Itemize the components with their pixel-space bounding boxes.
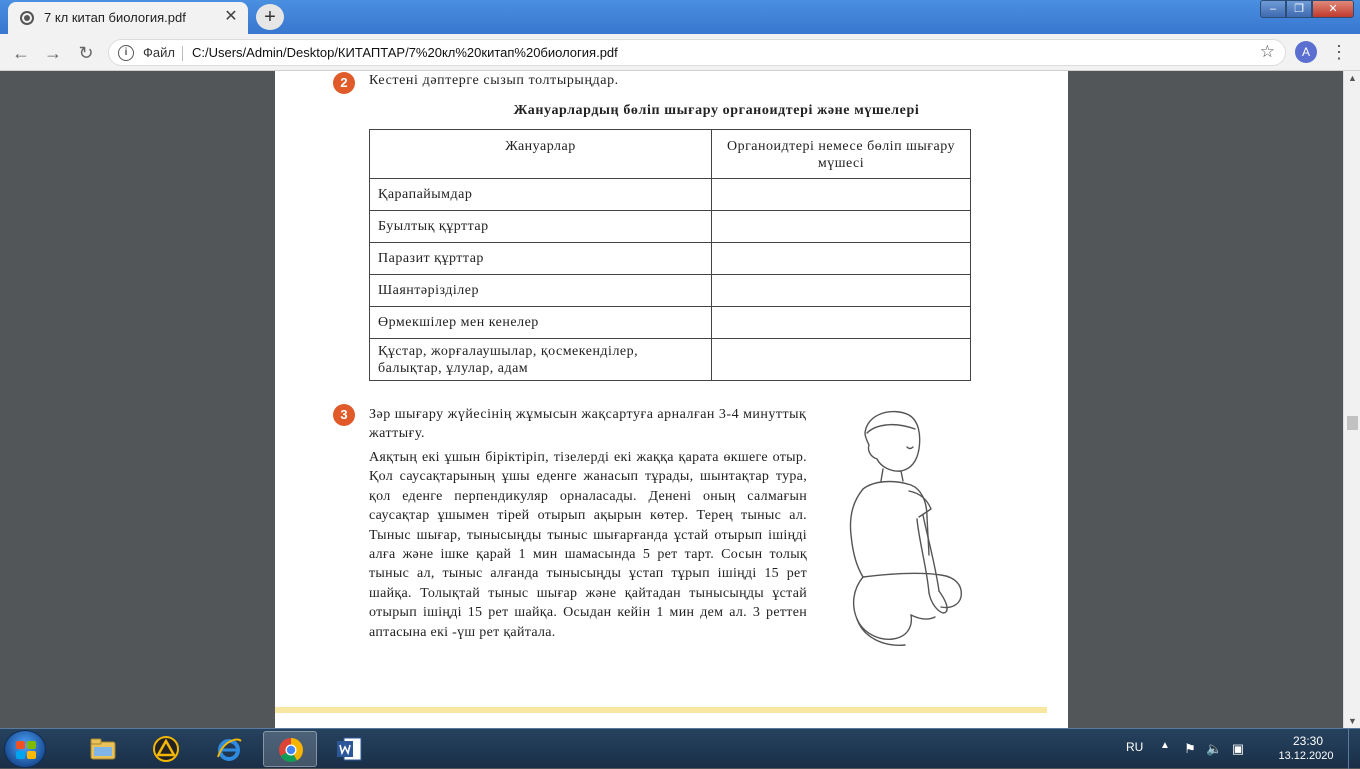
page-footer-stripe (275, 707, 1047, 713)
forward-arrow-icon[interactable]: → (41, 41, 65, 65)
reload-icon[interactable]: ↻ (74, 41, 98, 65)
omnibox-separator (182, 46, 183, 61)
show-hidden-icons-icon[interactable]: ▲ (1160, 740, 1170, 751)
back-arrow-icon[interactable]: ← (9, 41, 33, 65)
start-button[interactable] (4, 730, 46, 768)
animal-cell: Өрмекшілер мен кенелер (369, 306, 712, 339)
kneeling-boy-illustration (849, 410, 962, 646)
animal-cell: Буылтық құрттар (369, 210, 712, 243)
network-icon[interactable]: ▣ (1230, 741, 1246, 757)
pdf-viewer: 2 Кестені дəптерге сызып толтырыңдар. Жа… (0, 71, 1343, 728)
window-controls: – ❐ ✕ (1260, 0, 1354, 18)
taskbar-app-triangle[interactable] (139, 731, 193, 767)
animal-cell: Шаянтəрізділер (369, 274, 712, 307)
profile-avatar[interactable]: A (1295, 41, 1317, 63)
exercise-title: Зəр шығару жүйесінің жұмысын жақсартуға … (369, 407, 807, 441)
column-header: Жануарлар (369, 129, 712, 179)
table-row: Буылтық құрттар (369, 210, 971, 243)
column-header: Органоидтері немесе бөліп шығару мүшесі (711, 129, 971, 179)
table-row: Өрмекшілер мен кенелер (369, 306, 971, 339)
taskbar: RU ▲ ⚑ 🔈 ▣ 23:30 13.12.2020 (0, 728, 1360, 769)
scheme-label: Файл (143, 45, 175, 60)
flag-notification-icon[interactable]: ⚑ (1182, 741, 1198, 757)
close-window-button[interactable]: ✕ (1312, 0, 1354, 18)
browser-toolbar: ← → ↻ i Файл C:/Users/Admin/Desktop/КИТА… (0, 34, 1360, 71)
table-title: Жануарлардың бөліп шығару органоидтері ж… (513, 103, 920, 118)
scrollbar-thumb[interactable] (1347, 416, 1358, 430)
empty-cell (711, 242, 971, 275)
language-indicator[interactable]: RU (1126, 740, 1143, 754)
show-desktop-button[interactable] (1348, 729, 1360, 769)
empty-cell (711, 274, 971, 307)
empty-cell (711, 338, 971, 381)
info-icon[interactable]: i (118, 45, 134, 61)
internet-explorer-icon (217, 738, 242, 761)
taskbar-chrome[interactable] (263, 731, 317, 767)
system-tray: RU ▲ ⚑ 🔈 ▣ 23:30 13.12.2020 (1120, 729, 1360, 769)
scroll-down-icon[interactable]: ▼ (1348, 716, 1357, 726)
new-tab-button[interactable]: + (256, 4, 284, 30)
chrome-favicon-icon (20, 11, 34, 25)
triangle-app-icon (153, 736, 179, 762)
task-number-badge: 3 (333, 404, 355, 426)
address-bar[interactable]: i Файл C:/Users/Admin/Desktop/КИТАПТАР/7… (108, 39, 1286, 66)
empty-cell (711, 210, 971, 243)
taskbar-explorer[interactable] (76, 731, 130, 767)
clock-date[interactable]: 13.12.2020 (1271, 750, 1341, 762)
maximize-button[interactable]: ❐ (1286, 0, 1312, 18)
pdf-page: 2 Кестені дəптерге сызып толтырыңдар. Жа… (275, 71, 1068, 728)
tab-title: 7 кл китап биология.pdf (44, 10, 186, 25)
table-row: Қарапайымдар (369, 178, 971, 211)
table-row: Құстар, жорғалаушылар, қосмекенділер, ба… (369, 338, 971, 381)
folder-icon (90, 738, 116, 760)
kebab-menu-icon[interactable]: ⋮ (1330, 40, 1348, 64)
empty-cell (711, 178, 971, 211)
clock-time[interactable]: 23:30 (1277, 734, 1339, 748)
table-header-row: Жануарлар Органоидтері немесе бөліп шыға… (369, 129, 971, 179)
url-text[interactable]: C:/Users/Admin/Desktop/КИТАПТАР/7%20кл%2… (192, 45, 618, 60)
windows-logo-icon (16, 741, 36, 759)
scroll-up-icon[interactable]: ▲ (1348, 73, 1357, 83)
animal-cell: Құстар, жорғалаушылар, қосмекенділер, ба… (369, 338, 712, 381)
word-icon (337, 737, 362, 761)
organs-table: Жануарлар Органоидтері немесе бөліп шыға… (369, 129, 971, 381)
browser-tab[interactable]: 7 кл китап биология.pdf ✕ (8, 2, 248, 34)
bookmark-star-icon[interactable]: ☆ (1260, 42, 1275, 62)
empty-cell (711, 306, 971, 339)
exercise-description: Аяқтың екі ұшын біріктіріп, тізелерді ек… (369, 450, 807, 640)
tab-strip: 7 кл китап биология.pdf ✕ + – ❐ ✕ (0, 0, 1360, 34)
task-instruction: Кестені дəптерге сызып толтырыңдар. (369, 73, 619, 88)
animal-cell: Қарапайымдар (369, 178, 712, 211)
taskbar-internet-explorer[interactable] (202, 731, 256, 767)
task-number-badge: 2 (333, 72, 355, 94)
vertical-scrollbar[interactable]: ▲ ▼ (1343, 71, 1360, 728)
animal-cell: Паразит құрттар (369, 242, 712, 275)
taskbar-word[interactable] (322, 731, 376, 767)
minimize-button[interactable]: – (1260, 0, 1286, 18)
volume-icon[interactable]: 🔈 (1206, 741, 1222, 757)
table-row: Шаянтəрізділер (369, 274, 971, 307)
close-tab-icon[interactable]: ✕ (222, 8, 240, 26)
table-row: Паразит құрттар (369, 242, 971, 275)
chrome-icon (279, 738, 303, 763)
